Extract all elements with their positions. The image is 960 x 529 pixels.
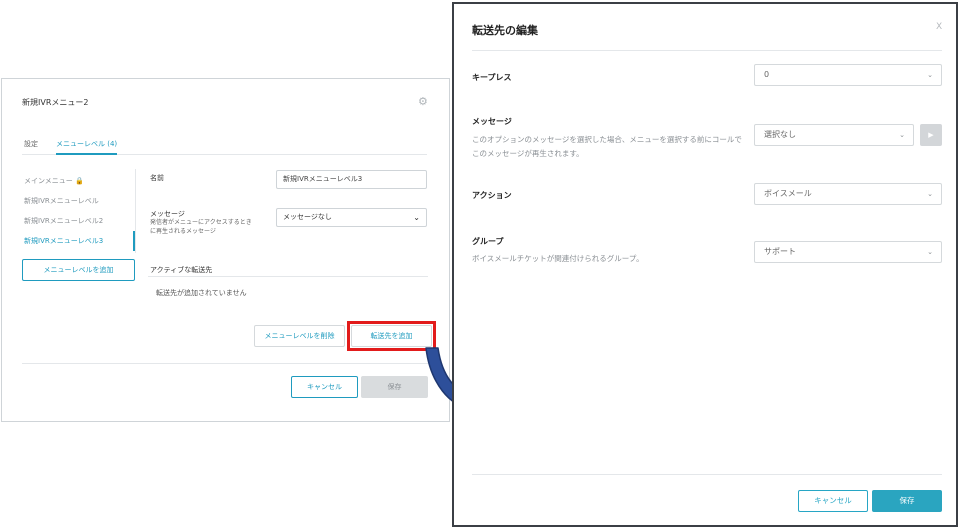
sidebar-item-level-1[interactable]: 新規IVRメニューレベル: [22, 191, 135, 211]
keypress-select-value: 0: [764, 70, 770, 79]
action-label: アクション: [472, 191, 512, 200]
chevron-down-icon: ⌄: [927, 190, 933, 198]
active-transfers-label: アクティブな転送先: [150, 266, 213, 274]
delete-menu-level-button[interactable]: メニューレベルを削除: [254, 325, 345, 347]
divider: [472, 50, 942, 51]
chevron-down-icon: ⌄: [899, 131, 905, 139]
gear-icon[interactable]: ⚙: [418, 95, 428, 108]
chevron-down-icon: ⌄: [927, 71, 933, 79]
menu-level-list: メインメニュー 🔒 新規IVRメニューレベル 新規IVRメニューレベル2 新規I…: [22, 171, 135, 251]
chevron-down-icon: ⌄: [927, 248, 933, 256]
cancel-button[interactable]: キャンセル: [291, 376, 358, 398]
message-select[interactable]: メッセージなし ⌄: [276, 208, 427, 227]
sidebar-item-level-3[interactable]: 新規IVRメニューレベル3: [22, 231, 135, 251]
panel-title: 新規IVRメニュー2: [22, 98, 89, 107]
sidebar-item-main-menu[interactable]: メインメニュー 🔒: [22, 171, 135, 191]
group-select[interactable]: サポート ⌄: [754, 241, 942, 263]
edit-transfer-dialog: 転送先の編集 X キープレス 0 ⌄ メッセージ このオプションのメッセージを選…: [452, 2, 958, 527]
action-select[interactable]: ボイスメール ⌄: [754, 183, 942, 205]
message-select[interactable]: 選択なし ⌄: [754, 124, 914, 146]
dialog-title: 転送先の編集: [472, 24, 538, 37]
keypress-select[interactable]: 0 ⌄: [754, 64, 942, 86]
name-label: 名前: [150, 174, 164, 182]
no-transfers-text: 転送先が追加されていません: [156, 289, 247, 297]
group-label: グループ: [472, 237, 504, 246]
message-select-value: 選択なし: [764, 130, 796, 139]
tab-settings[interactable]: 設定: [24, 139, 38, 155]
message-description-1: 発信者がメニューにアクセスするとき: [150, 219, 252, 226]
close-icon[interactable]: X: [936, 22, 942, 32]
divider: [135, 169, 136, 253]
action-select-value: ボイスメール: [764, 189, 812, 198]
divider: [22, 363, 428, 364]
divider: [472, 474, 942, 475]
tab-menu-levels[interactable]: メニューレベル (4): [56, 139, 118, 155]
name-input[interactable]: 新規IVRメニューレベル3: [276, 170, 427, 189]
keypress-label: キープレス: [472, 73, 512, 82]
group-select-value: サポート: [764, 247, 796, 256]
save-button[interactable]: 保存: [872, 490, 942, 512]
chevron-down-icon: ⌄: [413, 213, 420, 222]
play-icon[interactable]: ▶: [920, 124, 942, 146]
sidebar-item-level-2[interactable]: 新規IVRメニューレベル2: [22, 211, 135, 231]
save-button[interactable]: 保存: [361, 376, 428, 398]
message-label: メッセージ: [472, 117, 512, 126]
message-select-value: メッセージなし: [283, 213, 332, 221]
message-description-2: このメッセージが再生されます。: [472, 149, 584, 158]
divider: [148, 276, 428, 277]
add-menu-level-button[interactable]: メニューレベルを追加: [22, 259, 135, 281]
cancel-button[interactable]: キャンセル: [798, 490, 868, 512]
ivr-menu-panel: 新規IVRメニュー2 ⚙ 設定 メニューレベル (4) メインメニュー 🔒 新規…: [1, 78, 450, 422]
tab-bar: 設定 メニューレベル (4): [22, 139, 427, 155]
message-description-1: このオプションのメッセージを選択した場合、メニューを選択する前にコールで: [472, 135, 742, 144]
group-description: ボイスメールチケットが関連付けられるグループ。: [472, 254, 644, 263]
message-description-2: に再生されるメッセージ: [150, 228, 216, 235]
